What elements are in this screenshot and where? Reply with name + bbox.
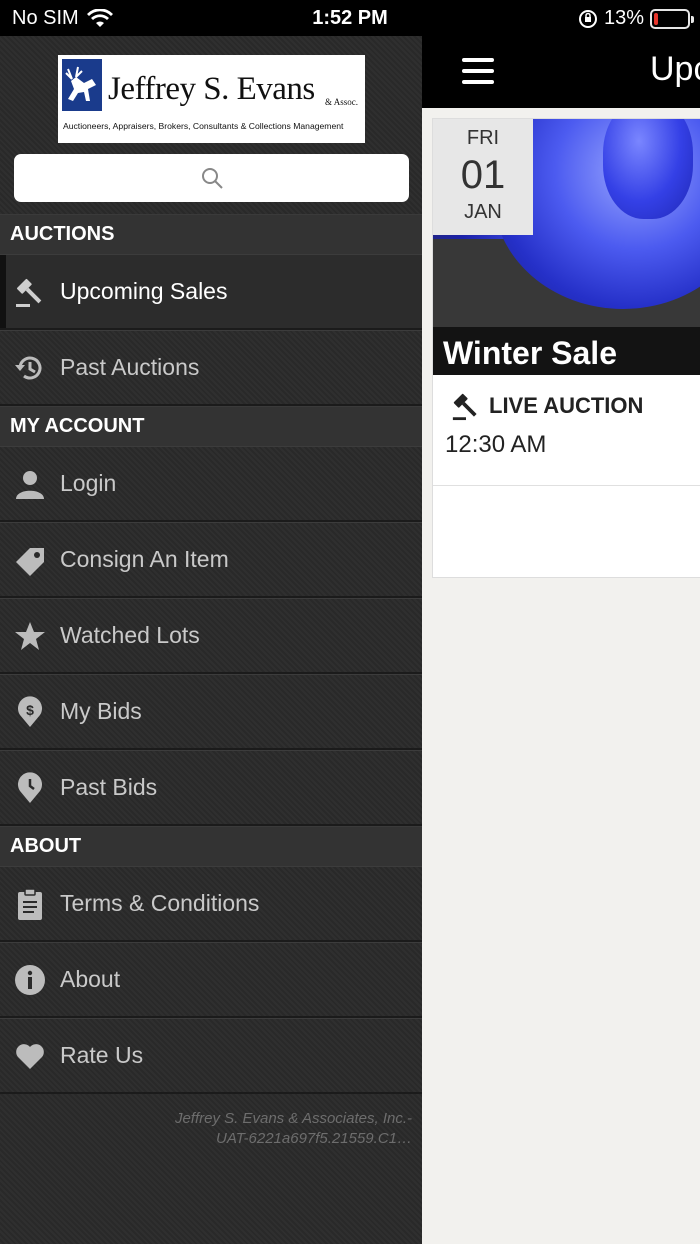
section-header-my-account: MY ACCOUNT <box>0 406 422 446</box>
side-menu: Jeffrey S. Evans & Assoc. Auctioneers, A… <box>0 36 422 1244</box>
svg-text:$: $ <box>26 702 34 718</box>
user-icon <box>16 471 44 499</box>
page-title: Upcoming Sales <box>650 50 700 88</box>
status-bar: No SIM 1:52 PM 13% <box>0 0 700 36</box>
card-divider <box>433 485 700 486</box>
menu-item-label: Upcoming Sales <box>60 278 228 304</box>
menu-item-label: My Bids <box>60 698 142 724</box>
section-header-auctions: AUCTIONS <box>0 214 422 254</box>
menu-item-upcoming-sales[interactable]: Upcoming Sales <box>0 254 422 330</box>
menu-item-consign[interactable]: Consign An Item <box>0 522 422 598</box>
clipboard-icon <box>18 888 42 920</box>
battery-fill <box>654 12 658 25</box>
gavel-icon <box>452 393 477 421</box>
section-header-label: AUCTIONS <box>10 223 115 245</box>
sale-card[interactable]: FRI 01 JAN Winter Sale LIVE AUCTION 12:3… <box>432 118 700 578</box>
menu-item-about[interactable]: About <box>0 942 422 1018</box>
menu-item-past-auctions[interactable]: Past Auctions <box>0 330 422 406</box>
gavel-icon <box>16 278 42 307</box>
date-month: JAN <box>464 201 502 223</box>
menu-item-label: Past Auctions <box>60 354 200 380</box>
menu-item-rate-us[interactable]: Rate Us <box>0 1018 422 1094</box>
orientation-lock-icon <box>578 9 597 28</box>
menu-item-watched-lots[interactable]: Watched Lots <box>0 598 422 674</box>
logo-tagline: Auctioneers, Appraisers, Brokers, Consul… <box>63 121 344 131</box>
search-icon <box>202 168 223 189</box>
section-header-about: ABOUT <box>0 826 422 866</box>
menu-item-label: Past Bids <box>60 774 158 800</box>
clock-pin-icon <box>18 772 42 803</box>
menu-item-terms[interactable]: Terms & Conditions <box>0 866 422 942</box>
footer-build: UAT-6221a697f5.21559.C1… <box>216 1130 412 1147</box>
footer-company: Jeffrey S. Evans & Associates, Inc.- <box>174 1110 412 1127</box>
menu-item-label: Consign An Item <box>60 546 229 572</box>
version-footer: Jeffrey S. Evans & Associates, Inc.- UAT… <box>12 1109 412 1149</box>
auction-time: 12:30 AM <box>445 431 547 458</box>
status-right: 13% <box>578 7 694 30</box>
section-header-label: ABOUT <box>10 835 82 857</box>
deer-logo-icon <box>62 59 102 111</box>
heart-icon <box>16 1044 44 1069</box>
history-icon <box>15 356 42 380</box>
logo-assoc: & Assoc. <box>325 97 359 107</box>
search-input[interactable] <box>14 154 409 202</box>
sale-title-bar: Winter Sale <box>433 327 700 375</box>
menu-item-label: Login <box>60 470 117 496</box>
auction-type-label: LIVE AUCTION <box>489 393 644 418</box>
logo-name: Jeffrey S. Evans <box>108 71 315 107</box>
menu-item-label: About <box>60 966 121 992</box>
battery-icon <box>650 8 694 29</box>
sale-title: Winter Sale <box>443 335 617 371</box>
tag-icon <box>16 548 44 576</box>
menu-item-my-bids[interactable]: $ My Bids <box>0 674 422 750</box>
menu-item-login[interactable]: Login <box>0 446 422 522</box>
date-day: 01 <box>460 153 506 197</box>
dollar-pin-icon: $ <box>18 696 42 727</box>
company-logo: Jeffrey S. Evans & Assoc. Auctioneers, A… <box>58 55 365 143</box>
main-content: FRI 01 JAN Winter Sale LIVE AUCTION 12:3… <box>422 108 700 1244</box>
menu-item-past-bids[interactable]: Past Bids <box>0 750 422 826</box>
top-bar: Upcoming Sales <box>422 36 700 108</box>
hamburger-menu-icon[interactable] <box>462 58 494 86</box>
auction-type: LIVE AUCTION <box>451 391 643 421</box>
info-icon <box>15 965 45 995</box>
star-icon <box>15 622 45 650</box>
date-weekday: FRI <box>466 127 500 149</box>
menu-item-label: Rate Us <box>60 1042 144 1068</box>
battery-percent: 13% <box>603 7 644 29</box>
section-header-label: MY ACCOUNT <box>10 415 145 437</box>
menu-item-label: Watched Lots <box>60 622 200 648</box>
date-badge: FRI 01 JAN <box>433 119 533 235</box>
menu-item-label: Terms & Conditions <box>60 890 260 916</box>
